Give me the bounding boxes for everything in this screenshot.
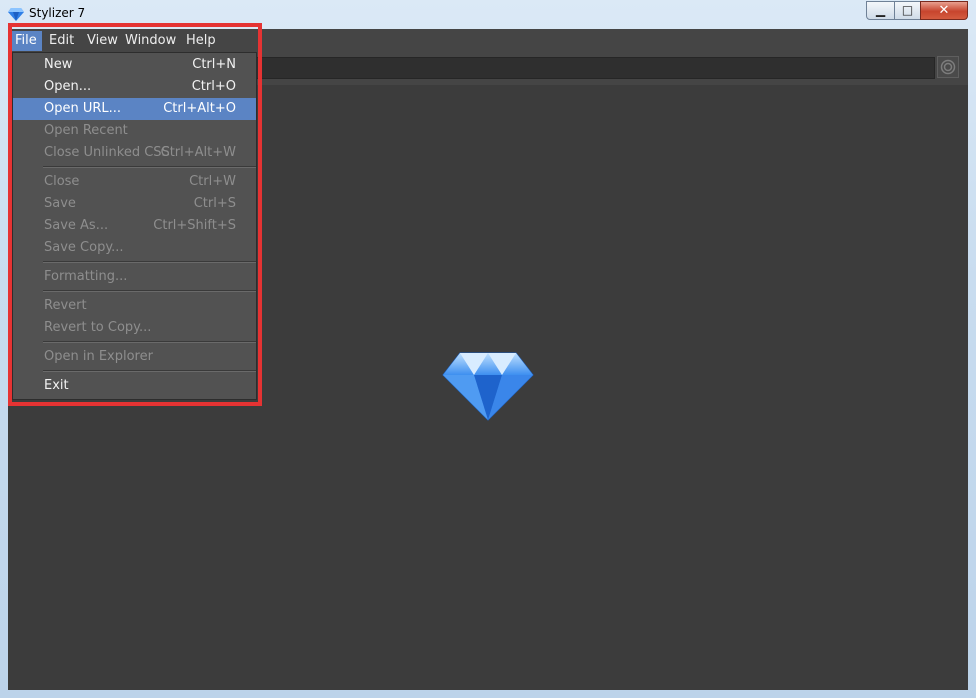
maximize-button[interactable]: □ (894, 1, 921, 20)
window-title: Stylizer 7 (29, 6, 86, 20)
minimize-button[interactable]: ▁ (866, 1, 895, 20)
diamond-icon (8, 8, 24, 21)
maximize-icon: □ (901, 3, 914, 17)
diamond-logo (442, 352, 534, 421)
target-button[interactable] (937, 56, 959, 78)
annotation-highlight-box (8, 23, 262, 406)
target-icon (940, 59, 956, 75)
app-window: Stylizer 7 ▁ □ ✕ File Edit View Window H… (0, 0, 976, 698)
close-icon: ✕ (938, 3, 950, 18)
close-button[interactable]: ✕ (920, 1, 968, 20)
url-input[interactable] (248, 57, 935, 79)
minimize-icon: ▁ (875, 3, 886, 17)
